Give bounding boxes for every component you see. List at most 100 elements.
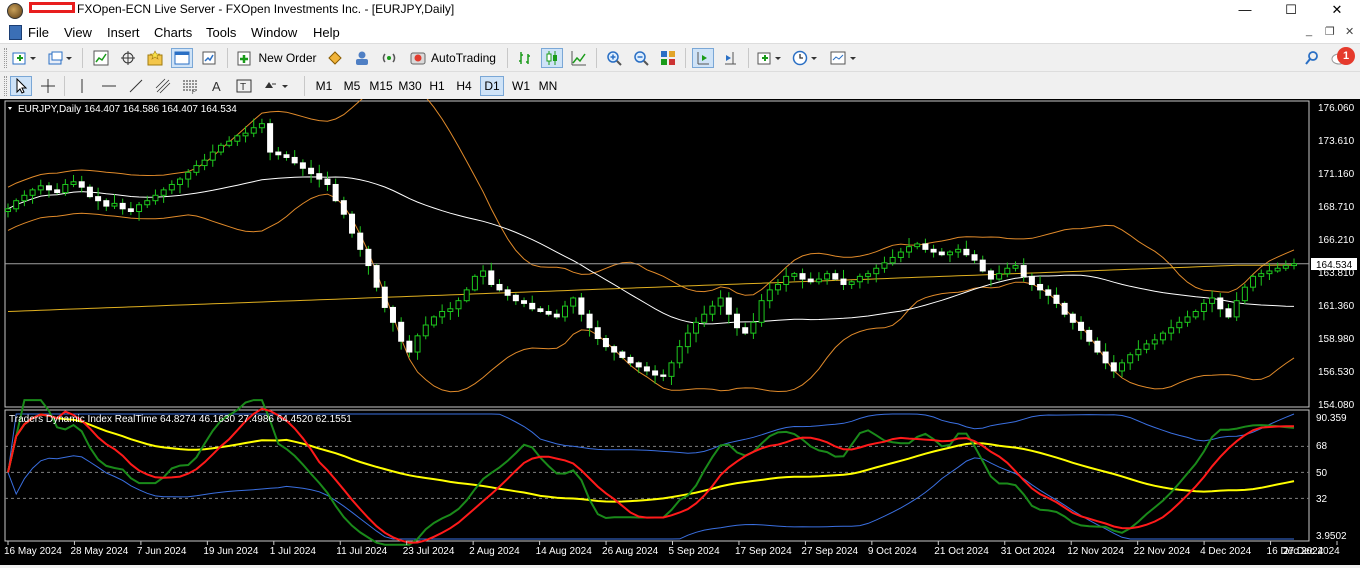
candle-body xyxy=(242,132,249,137)
candle-body xyxy=(70,181,77,185)
crosshair-tool-button[interactable] xyxy=(37,76,59,96)
menu-charts[interactable]: Charts xyxy=(154,25,192,40)
timeframe-m30[interactable]: M30 xyxy=(396,76,424,96)
candle-body xyxy=(758,300,765,323)
menu-tools[interactable]: Tools xyxy=(206,25,236,40)
candle-body xyxy=(553,313,560,318)
menu-insert[interactable]: Insert xyxy=(107,25,140,40)
market-watch-button[interactable] xyxy=(90,48,112,68)
toolbar-grip[interactable] xyxy=(4,48,7,68)
svg-text:F: F xyxy=(192,90,196,94)
chart-window[interactable]: EURJPY,Daily 164.407 164.586 164.407 164… xyxy=(0,74,1360,565)
timeframe-m1[interactable]: M1 xyxy=(311,76,337,96)
menu-bar: File View Insert Charts Tools Window Hel… xyxy=(0,22,1360,43)
timeframe-w1[interactable]: W1 xyxy=(508,76,534,96)
date-tick: 21 Oct 2024 xyxy=(934,546,989,557)
date-tick: 5 Sep 2024 xyxy=(669,546,721,557)
candlestick-button[interactable] xyxy=(541,48,563,68)
search-icon xyxy=(1305,51,1318,65)
line-chart-button[interactable] xyxy=(568,48,590,68)
vertical-line-icon xyxy=(81,79,83,93)
new-chart-button[interactable] xyxy=(10,48,40,68)
templates-button[interactable] xyxy=(827,48,861,68)
periods-button[interactable] xyxy=(791,48,821,68)
candle-body xyxy=(643,366,650,372)
candle-body xyxy=(1110,362,1117,372)
mdi-restore-button[interactable]: ❐ xyxy=(1325,25,1335,38)
candle-body xyxy=(521,300,528,304)
candle-body xyxy=(185,171,192,180)
menu-file[interactable]: File xyxy=(28,25,49,40)
profiles-button[interactable] xyxy=(46,48,76,68)
navigator-button[interactable] xyxy=(144,48,166,68)
candle-body xyxy=(471,275,478,291)
candle-body xyxy=(1250,275,1257,288)
mdi-close-button[interactable]: ✕ xyxy=(1345,25,1354,38)
candle-body xyxy=(1217,297,1224,310)
equidistant-channel-button[interactable] xyxy=(152,76,174,96)
trendline-button[interactable] xyxy=(125,76,147,96)
candle-body xyxy=(1184,316,1191,323)
timeframe-m15[interactable]: M15 xyxy=(367,76,395,96)
timeframe-d1[interactable]: D1 xyxy=(480,76,504,96)
community-button[interactable] xyxy=(351,48,373,68)
metaeditor-button[interactable] xyxy=(324,48,346,68)
menu-help[interactable]: Help xyxy=(313,25,340,40)
menu-view[interactable]: View xyxy=(64,25,92,40)
notification-badge[interactable]: 1 xyxy=(1337,47,1355,65)
text-label-button[interactable]: T xyxy=(233,76,255,96)
candle-body xyxy=(734,313,741,329)
timeframe-mn[interactable]: MN xyxy=(535,76,561,96)
candle-body xyxy=(660,374,667,377)
timeframe-h4[interactable]: H4 xyxy=(452,76,476,96)
arrows-button[interactable] xyxy=(260,76,296,96)
timeframe-m5[interactable]: M5 xyxy=(339,76,365,96)
trendline-icon xyxy=(129,79,143,93)
candle-body xyxy=(373,265,380,288)
star-folder-icon xyxy=(147,50,163,66)
mdi-minimize-button[interactable]: _ xyxy=(1306,25,1312,37)
horizontal-line-button[interactable] xyxy=(98,76,120,96)
date-tick: 4 Dec 2024 xyxy=(1200,546,1252,557)
autotrading-button[interactable]: AutoTrading xyxy=(405,48,501,68)
chart-shift-button[interactable] xyxy=(719,48,741,68)
minimize-button[interactable]: — xyxy=(1222,0,1268,22)
search-button[interactable] xyxy=(1301,48,1323,68)
zoom-out-button[interactable] xyxy=(630,48,652,68)
fibonacci-button[interactable]: F xyxy=(179,76,201,96)
price-tick: 166.210 xyxy=(1318,235,1355,246)
candle-body xyxy=(136,204,143,213)
bar-chart-button[interactable] xyxy=(514,48,536,68)
timeframe-h1[interactable]: H1 xyxy=(425,76,449,96)
autoscroll-button[interactable] xyxy=(692,48,714,68)
candle-body xyxy=(463,289,470,302)
cursor-tool-button[interactable] xyxy=(10,76,32,96)
candle-body xyxy=(742,327,749,334)
tile-windows-button[interactable] xyxy=(657,48,679,68)
new-order-button[interactable]: New Order xyxy=(235,48,319,68)
signal-icon xyxy=(382,53,396,63)
price-chart-svg[interactable]: EURJPY,Daily 164.407 164.586 164.407 164… xyxy=(0,74,1360,565)
indicator-tick: 68 xyxy=(1316,441,1328,452)
indicators-button[interactable] xyxy=(755,48,785,68)
zoom-in-icon xyxy=(607,51,622,66)
candle-body xyxy=(332,183,339,202)
candle-body xyxy=(275,151,282,156)
text-tool-button[interactable]: A xyxy=(206,76,228,96)
candle-body xyxy=(946,251,953,256)
maximize-button[interactable]: ☐ xyxy=(1268,0,1314,22)
strategy-tester-button[interactable] xyxy=(198,48,220,68)
terminal-button[interactable] xyxy=(171,48,193,68)
zoom-in-button[interactable] xyxy=(603,48,625,68)
toolbar-grip[interactable] xyxy=(4,76,7,96)
candle-body xyxy=(54,189,61,194)
data-window-button[interactable] xyxy=(117,48,139,68)
candle-body xyxy=(1274,267,1281,272)
cursor-arrow-icon xyxy=(16,78,28,94)
candle-body xyxy=(95,196,102,202)
candle-body xyxy=(13,200,20,210)
menu-window[interactable]: Window xyxy=(251,25,297,40)
close-button[interactable]: ✕ xyxy=(1314,0,1360,22)
signals-button[interactable] xyxy=(378,48,400,68)
vertical-line-button[interactable] xyxy=(71,76,93,96)
